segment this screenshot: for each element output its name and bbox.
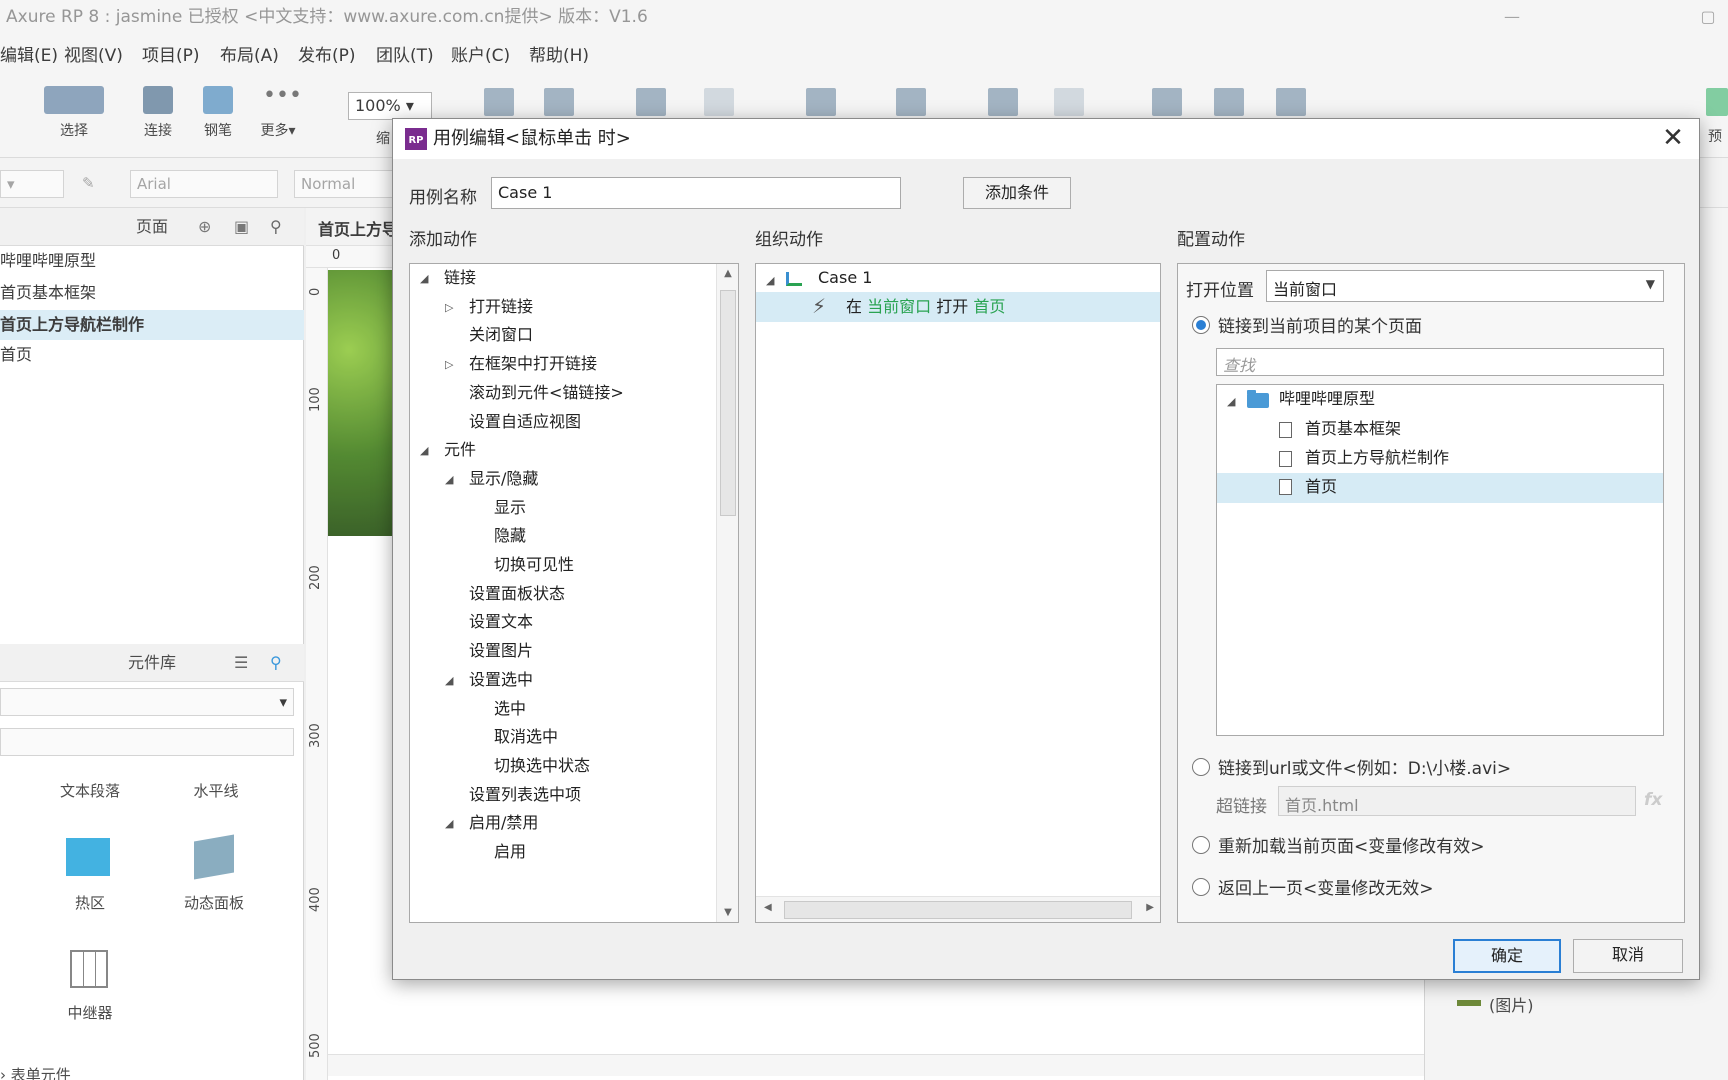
organize-hscrollbar[interactable]: ◀ ▶ [756,896,1160,922]
action-tree-item[interactable]: 链接 [444,264,476,292]
action-tree-item[interactable]: 设置自适应视图 [469,408,581,436]
action-verb: 打开 [936,297,969,316]
close-icon[interactable]: ✕ [1657,123,1689,155]
action-tree-item[interactable]: 设置列表选中项 [469,781,581,809]
root-expander-icon[interactable]: ◢ [1227,395,1235,408]
action-tree-scrollbar[interactable]: ▲ ▼ [716,264,738,922]
page-icon [1279,451,1292,467]
case-expander-icon[interactable]: ◢ [766,274,774,287]
action-tree-item[interactable]: 滚动到元件<锚链接> [469,379,624,407]
action-tree-item[interactable]: 显示 [494,494,526,522]
action-row-selected[interactable]: ⚡ 在 当前窗口 打开 首页 [756,292,1160,322]
hyperlink-label: 超链接 [1216,797,1267,817]
fx-button[interactable]: fx [1644,790,1662,810]
add-condition-button[interactable]: 添加条件 [963,177,1071,209]
action-tree-item[interactable]: 设置图片 [469,637,533,665]
collapsed-triangle-icon[interactable]: ▷ [445,358,453,371]
action-tree-item[interactable]: 设置面板状态 [469,580,565,608]
folder-icon [1247,390,1269,408]
radio-link-url[interactable] [1192,758,1210,776]
scroll-left-icon[interactable]: ◀ [764,902,772,913]
expanded-triangle-icon[interactable]: ◢ [445,473,453,486]
action-tree-item[interactable]: 在框架中打开链接 [469,350,597,378]
action-tree-item[interactable]: 打开链接 [469,293,533,321]
action-tree-item[interactable]: 取消选中 [494,723,558,751]
option-back-label: 返回上一页<变量修改无效> [1218,879,1434,899]
expanded-triangle-icon[interactable]: ◢ [420,272,428,285]
page-icon [1279,422,1292,438]
dialog-title: 用例编辑<鼠标单击 时> [433,128,631,149]
action-tree-item[interactable]: 设置文本 [469,608,533,636]
tree-page-selected: 首页 [1305,477,1338,496]
scroll-down-icon[interactable]: ▼ [717,907,738,918]
configure-action-header: 配置动作 [1177,230,1245,250]
open-location-select[interactable]: 当前窗口 ▼ [1266,270,1664,302]
case-name-label: 用例名称 [409,188,477,208]
action-prefix: 在 [846,297,863,316]
action-tree-item[interactable]: 切换选中状态 [494,752,590,780]
case-name-input[interactable]: Case 1 [491,177,901,209]
action-tree-item[interactable]: 元件 [444,436,476,464]
scroll-right-icon[interactable]: ▶ [1146,902,1154,913]
action-tree-item[interactable]: 启用 [494,838,526,866]
action-tree-item[interactable]: 显示/隐藏 [469,465,538,493]
configure-action-panel: 打开位置 当前窗口 ▼ 链接到当前项目的某个页面 查找 ◢ 哔哩哔哩原型 首页基… [1177,263,1685,923]
action-tree-item[interactable]: 设置选中 [469,666,533,694]
dialog-title-bar: RP 用例编辑<鼠标单击 时> ✕ [393,119,1699,159]
action-tree-item[interactable]: 关闭窗口 [469,321,533,349]
action-node: 在 当前窗口 打开 首页 [846,293,1005,321]
open-location-label: 打开位置 [1186,281,1254,301]
case-editor-dialog: RP 用例编辑<鼠标单击 时> ✕ 用例名称 Case 1 添加条件 添加动作 … [392,118,1700,980]
dialog-body: 用例名称 Case 1 添加条件 添加动作 组织动作 配置动作 ◢ 链接 ▷ 打开链接… [393,159,1699,979]
expanded-triangle-icon[interactable]: ◢ [445,817,453,830]
organize-action-header: 组织动作 [755,230,823,250]
action-page: 首页 [973,297,1006,316]
radio-reload[interactable] [1192,836,1210,854]
action-target: 当前窗口 [867,297,932,316]
tree-page[interactable]: 首页上方导航栏制作 [1305,444,1449,472]
case-icon [786,272,802,286]
option-link-url-label: 链接到url或文件<例如：D:\小楼.avi> [1218,759,1512,779]
collapsed-triangle-icon[interactable]: ▷ [445,301,453,314]
organize-action-tree: ◢ Case 1 ⚡ 在 当前窗口 打开 首页 ◀ ▶ [755,263,1161,923]
option-reload-label: 重新加载当前页面<变量修改有效> [1218,837,1485,857]
expanded-triangle-icon[interactable]: ◢ [445,674,453,687]
action-tree-item[interactable]: 选中 [494,695,526,723]
page-search-input[interactable]: 查找 [1216,348,1664,376]
radio-link-page[interactable] [1192,316,1210,334]
hscroll-thumb[interactable] [784,901,1132,919]
page-tree: ◢ 哔哩哔哩原型 首页基本框架 首页上方导航栏制作 首页 [1216,384,1664,736]
page-icon [1279,479,1292,495]
scroll-up-icon[interactable]: ▲ [717,268,738,279]
open-location-value: 当前窗口 [1273,280,1338,299]
action-tree-item[interactable]: 启用/禁用 [469,809,538,837]
tree-root[interactable]: 哔哩哔哩原型 [1279,385,1375,413]
add-action-tree: ◢ 链接 ▷ 打开链接 关闭窗口 ▷ 在框架中打开链接 滚动到元件<锚链接> 设置自适应视图 ◢ 元… [409,263,739,923]
rp-app-icon: RP [405,128,427,150]
lightning-icon: ⚡ [812,294,827,318]
chevron-down-icon: ▼ [1645,277,1655,291]
ok-button[interactable]: 确定 [1453,939,1561,973]
case-node[interactable]: Case 1 [818,264,872,292]
radio-back[interactable] [1192,878,1210,896]
action-tree-item[interactable]: 切换可见性 [494,551,574,579]
tree-page[interactable]: 首页基本框架 [1305,415,1401,443]
hyperlink-input[interactable]: 首页.html [1278,786,1636,816]
cancel-button[interactable]: 取消 [1573,939,1683,973]
scroll-thumb[interactable] [720,290,736,516]
option-link-page-label: 链接到当前项目的某个页面 [1218,317,1422,337]
add-action-header: 添加动作 [409,230,477,250]
tree-page-selected-row[interactable]: 首页 [1217,473,1663,503]
action-tree-item[interactable]: 隐藏 [494,522,526,550]
expanded-triangle-icon[interactable]: ◢ [420,444,428,457]
